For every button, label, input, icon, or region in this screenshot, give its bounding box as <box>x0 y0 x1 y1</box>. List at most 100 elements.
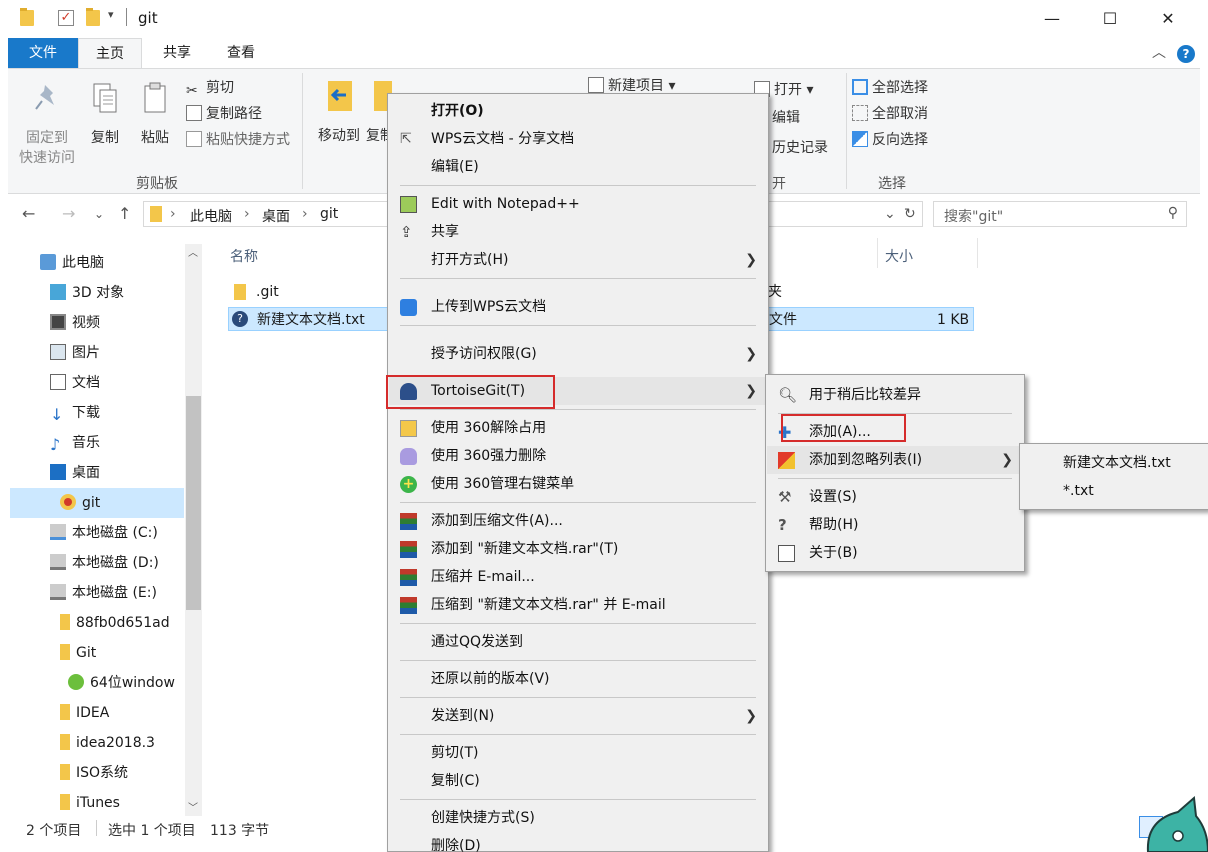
crumb-this-pc[interactable]: 此电脑 <box>190 206 232 226</box>
tab-file[interactable]: 文件 <box>8 38 78 68</box>
sidebar-item-this-pc[interactable]: 此电脑 <box>40 248 104 278</box>
tab-view[interactable]: 查看 <box>208 38 274 68</box>
menu-item-restore-previous[interactable]: 还原以前的版本(V) <box>389 665 767 693</box>
cut-button[interactable]: ✂ 剪切 <box>186 77 234 99</box>
menu-item-wps-share[interactable]: ⇱ WPS云文档 - 分享文档 <box>389 125 767 153</box>
menu-item-add-rar[interactable]: 添加到 "新建文本文档.rar"(T) <box>389 535 767 563</box>
menu-item-qq-send[interactable]: 通过QQ发送到 <box>389 628 767 656</box>
menu-item-label: 上传到WPS云文档 <box>431 299 547 315</box>
collapse-ribbon-icon[interactable]: ︿ <box>1152 42 1166 62</box>
forward-icon[interactable]: → <box>62 204 75 223</box>
menu-item-open[interactable]: 打开(O) <box>389 97 767 125</box>
sidebar-item-music[interactable]: ♪ 音乐 <box>50 428 100 458</box>
recent-dropdown-icon[interactable]: ⌄ <box>94 207 104 221</box>
menu-item-copy[interactable]: 复制(C) <box>389 767 767 795</box>
move-to-button[interactable]: 移动到 <box>314 79 364 145</box>
search-input[interactable]: 搜索"git" ⚲ <box>933 201 1187 227</box>
menu-item-notepadpp[interactable]: Edit with Notepad++ <box>389 190 767 218</box>
menu-item-grant-access[interactable]: 授予访问权限(G) ❯ <box>389 340 767 368</box>
file-type: 夹 <box>768 284 782 300</box>
menu-item-create-shortcut[interactable]: 创建快捷方式(S) <box>389 804 767 832</box>
menu-item-send-to[interactable]: 发送到(N) ❯ <box>389 702 767 730</box>
back-icon[interactable]: ← <box>22 204 35 223</box>
help-icon[interactable]: ? <box>1177 45 1195 63</box>
sidebar-scroll-thumb[interactable] <box>186 396 201 610</box>
select-all-button[interactable]: 全部选择 <box>852 77 928 99</box>
sidebar-item-label: 文档 <box>72 375 100 391</box>
paste-button[interactable]: 粘贴 <box>134 81 176 147</box>
sidebar-item-pictures[interactable]: 图片 <box>50 338 100 368</box>
copy-button[interactable]: 复制 <box>84 81 126 147</box>
menu-item-360-manage[interactable]: + 使用 360管理右键菜单 <box>389 470 767 498</box>
copy-path-button[interactable]: 复制路径 <box>186 103 262 125</box>
menu-item-cut[interactable]: 剪切(T) <box>389 739 767 767</box>
scroll-up-icon[interactable]: ︿ <box>188 244 198 259</box>
folder-icon <box>60 614 70 630</box>
up-icon[interactable]: ↑ <box>118 204 131 223</box>
sidebar-item-folder[interactable]: 88fb0d651ad <box>60 608 170 638</box>
tab-home[interactable]: 主页 <box>78 38 142 69</box>
maximize-button[interactable]: ☐ <box>1080 0 1140 38</box>
submenu-arrow-icon: ❯ <box>745 252 757 268</box>
sidebar-item-folder[interactable]: idea2018.3 <box>60 728 155 758</box>
menu-item-ignore-file[interactable]: 新建文本文档.txt <box>1021 449 1207 477</box>
menu-item-delete[interactable]: 删除(D) <box>389 832 767 852</box>
crumb-desktop[interactable]: 桌面 <box>262 206 290 226</box>
menu-item-compress-rar-email[interactable]: 压缩到 "新建文本文档.rar" 并 E-mail <box>389 591 767 619</box>
sidebar-item-app[interactable]: 64位window <box>68 668 175 698</box>
drive-icon <box>50 524 66 540</box>
sidebar-item-video[interactable]: 视频 <box>50 308 100 338</box>
menu-item-ignore-extension[interactable]: *.txt <box>1021 477 1207 505</box>
column-header-name[interactable]: 名称 <box>230 246 258 266</box>
menu-item-label: 授予访问权限(G) <box>431 346 537 362</box>
sidebar-item-folder[interactable]: Git <box>60 638 96 668</box>
menu-item-360-unlock[interactable]: 使用 360解除占用 <box>389 414 767 442</box>
menu-item-360-delete[interactable]: 使用 360强力删除 <box>389 442 767 470</box>
sidebar-item-drive-d[interactable]: 本地磁盘 (D:) <box>50 548 159 578</box>
menu-item-about[interactable]: 关于(B) <box>767 539 1023 567</box>
folder-icon[interactable] <box>20 8 34 26</box>
sidebar-item-drive-c[interactable]: 本地磁盘 (C:) <box>50 518 158 548</box>
sidebar-item-documents[interactable]: 文档 <box>50 368 100 398</box>
crumb-git[interactable]: git <box>320 206 338 222</box>
new-folder-icon[interactable] <box>86 8 100 26</box>
menu-item-add-archive[interactable]: 添加到压缩文件(A)... <box>389 507 767 535</box>
sidebar-item-drive-e[interactable]: 本地磁盘 (E:) <box>50 578 157 608</box>
tab-share[interactable]: 共享 <box>148 38 206 68</box>
scroll-down-icon[interactable]: ﹀ <box>188 799 198 814</box>
sidebar-item-3d-objects[interactable]: 3D 对象 <box>50 278 124 308</box>
select-none-button[interactable]: 全部取消 <box>852 103 928 125</box>
menu-item-share[interactable]: ⇪ 共享 <box>389 218 767 246</box>
menu-item-label: WPS云文档 - 分享文档 <box>431 131 575 147</box>
menu-item-help[interactable]: ? 帮助(H) <box>767 511 1023 539</box>
sidebar-item-folder[interactable]: IDEA <box>60 698 109 728</box>
menu-item-edit[interactable]: 编辑(E) <box>389 153 767 181</box>
360-manage-icon: + <box>400 476 417 493</box>
sidebar-item-folder[interactable]: iTunes <box>60 788 120 816</box>
refresh-icon[interactable]: ↻ <box>904 206 916 222</box>
menu-item-label: 新建文本文档.txt <box>1063 455 1171 471</box>
menu-item-open-with[interactable]: 打开方式(H) ❯ <box>389 246 767 274</box>
paste-shortcut-button[interactable]: 粘贴快捷方式 <box>186 129 290 151</box>
pin-quick-access-button[interactable]: 固定到 快速访问 <box>16 81 78 167</box>
share-link-icon: ⇱ <box>400 131 412 147</box>
menu-item-add-ignore[interactable]: 添加到忽略列表(I) ❯ <box>767 446 1023 474</box>
invert-selection-button[interactable]: 反向选择 <box>852 129 928 151</box>
sidebar-item-git[interactable]: git <box>10 488 184 518</box>
address-dropdown-icon[interactable]: ⌄ <box>884 206 896 222</box>
sidebar-item-desktop[interactable]: 桌面 <box>50 458 100 488</box>
close-button[interactable]: ✕ <box>1138 0 1198 38</box>
edit-button[interactable]: 编辑 <box>772 107 800 129</box>
crumb-sep-icon: › <box>302 206 308 222</box>
sidebar-item-downloads[interactable]: ↓ 下载 <box>50 398 100 428</box>
menu-item-settings[interactable]: ⚒ 设置(S) <box>767 483 1023 511</box>
quick-access-dropdown-icon[interactable]: ▾ <box>108 8 114 21</box>
menu-item-upload-wps[interactable]: 上传到WPS云文档 <box>389 293 767 321</box>
properties-icon[interactable]: ✓ <box>58 10 74 26</box>
history-button[interactable]: 历史记录 <box>772 137 828 159</box>
menu-item-compress-email[interactable]: 压缩并 E-mail... <box>389 563 767 591</box>
menu-item-diff-later[interactable]: 🔍︎ 用于稍后比较差异 <box>767 381 1023 409</box>
column-header-size[interactable]: 大小 <box>885 246 913 266</box>
minimize-button[interactable]: — <box>1022 0 1082 38</box>
sidebar-item-folder[interactable]: ISO系统 <box>60 758 128 788</box>
